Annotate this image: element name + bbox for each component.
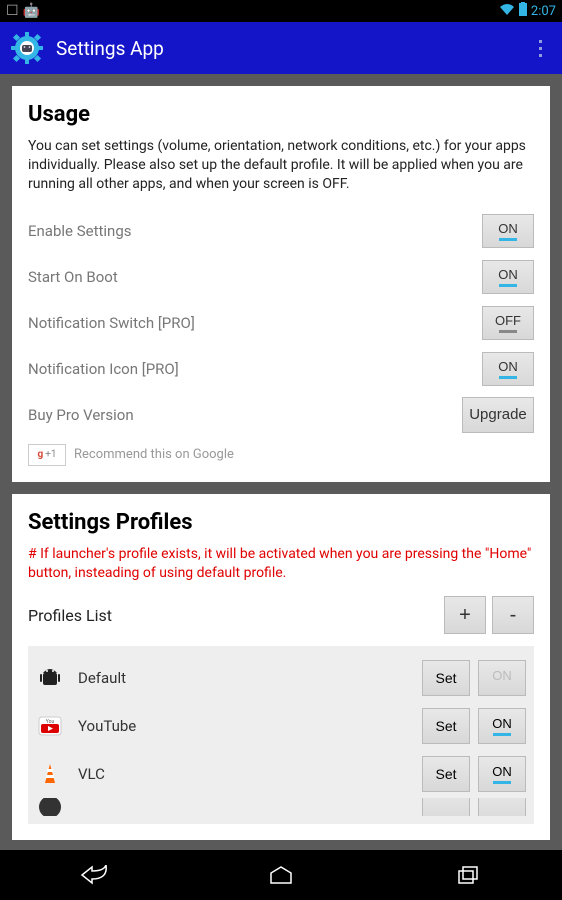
recommend-text: Recommend this on Google (74, 447, 234, 462)
setting-row-buy-pro: Buy Pro Version Upgrade (28, 392, 534, 438)
profiles-list-label: Profiles List (28, 606, 112, 625)
toggle-start-on-boot[interactable]: ON (482, 260, 534, 294)
home-button[interactable] (251, 855, 311, 895)
usage-heading: Usage (28, 102, 534, 127)
setting-row-enable: Enable Settings ON (28, 208, 534, 254)
set-button[interactable]: Set (422, 756, 470, 792)
profile-row-partial[interactable] (36, 798, 526, 816)
usage-description: You can set settings (volume, orientatio… (28, 137, 534, 194)
setting-row-boot: Start On Boot ON (28, 254, 534, 300)
profiles-list-header: Profiles List + - (28, 596, 534, 634)
navigation-bar (0, 850, 562, 900)
profile-name: VLC (72, 765, 414, 783)
usage-card: Usage You can set settings (volume, orie… (12, 86, 550, 482)
profile-row-vlc[interactable]: VLC Set ON (36, 750, 526, 798)
profiles-warning: # If launcher's profile exists, it will … (28, 545, 534, 583)
profile-toggle: ON (478, 660, 526, 696)
setting-label: Buy Pro Version (28, 406, 134, 424)
content-area: Usage You can set settings (volume, orie… (0, 74, 562, 850)
overflow-menu-button[interactable] (528, 28, 552, 68)
profile-toggle[interactable]: ON (478, 756, 526, 792)
profile-row-default[interactable]: Default Set ON (36, 654, 526, 702)
toggle-notification-icon[interactable]: ON (482, 352, 534, 386)
setting-label: Enable Settings (28, 222, 131, 240)
setting-label: Notification Icon [PRO] (28, 360, 179, 378)
profiles-heading: Settings Profiles (28, 510, 534, 535)
setting-label: Notification Switch [PRO] (28, 314, 195, 332)
back-button[interactable] (64, 855, 124, 895)
toggle-notification-switch[interactable]: OFF (482, 306, 534, 340)
action-bar: Settings App (0, 22, 562, 74)
status-time: 2:07 (531, 4, 556, 19)
google-recommend-row[interactable]: g+1 Recommend this on Google (28, 444, 534, 466)
wifi-icon (499, 3, 515, 19)
battery-icon (519, 2, 527, 20)
add-profile-button[interactable]: + (444, 596, 486, 634)
profiles-list: Default Set ON You YouTube Set ON VLC Se… (28, 646, 534, 824)
setting-row-notif-icon: Notification Icon [PRO] ON (28, 346, 534, 392)
set-button[interactable]: Set (422, 708, 470, 744)
profile-toggle[interactable]: ON (478, 708, 526, 744)
setting-label: Start On Boot (28, 268, 118, 286)
svg-text:You: You (46, 719, 55, 725)
remove-profile-button[interactable]: - (492, 596, 534, 634)
set-button[interactable]: Set (422, 660, 470, 696)
setting-row-notif-switch: Notification Switch [PRO] OFF (28, 300, 534, 346)
profile-toggle[interactable] (478, 798, 526, 816)
profile-row-youtube[interactable]: You YouTube Set ON (36, 702, 526, 750)
upgrade-button[interactable]: Upgrade (462, 397, 534, 433)
status-bar: ☐ 🤖 2:07 (0, 0, 562, 22)
app-title: Settings App (56, 37, 528, 60)
app-icon (36, 798, 64, 816)
android-icon (36, 664, 64, 692)
status-notif-icon: ☐ (6, 3, 19, 19)
youtube-icon: You (36, 712, 64, 740)
profiles-card: Settings Profiles # If launcher's profil… (12, 494, 550, 841)
toggle-enable-settings[interactable]: ON (482, 214, 534, 248)
gplus-badge[interactable]: g+1 (28, 444, 66, 466)
recents-button[interactable] (438, 855, 498, 895)
set-button[interactable] (422, 798, 470, 816)
status-android-icon: 🤖 (23, 3, 40, 19)
profile-name: Default (72, 669, 414, 687)
profile-name: YouTube (72, 717, 414, 735)
vlc-icon (36, 760, 64, 788)
gear-icon (10, 31, 44, 65)
